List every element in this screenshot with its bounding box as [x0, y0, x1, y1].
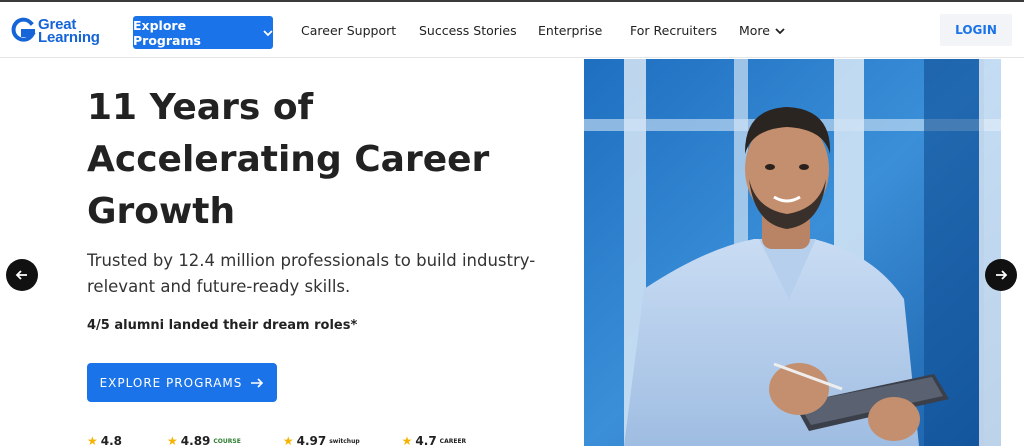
star-icon: ★ [282, 434, 294, 446]
nav-more-label: More [739, 23, 770, 38]
hero-photo [584, 59, 1001, 446]
ratings-strip: ★ 4.8 ★ 4.89 COURSE ★ 4.97 switchup ★ 4.… [87, 434, 466, 446]
explore-programs-label: Explore Programs [133, 17, 201, 48]
nav-success-stories[interactable]: Success Stories [419, 23, 517, 38]
hero-title: 11 Years of Accelerating Career Growth [87, 82, 557, 238]
nav-more-menu[interactable]: More [739, 23, 785, 38]
hero-title-line: Growth [87, 191, 236, 232]
explore-programs-button[interactable]: Explore Programs [133, 16, 273, 49]
star-icon: ★ [167, 434, 178, 446]
chevron-down-icon [263, 29, 273, 36]
rating-value: 4.97 [296, 434, 327, 446]
star-icon: ★ [401, 434, 413, 446]
nav-for-recruiters[interactable]: For Recruiters [630, 23, 717, 38]
logo-g-icon [11, 17, 36, 42]
top-navbar: Great Learning Explore Programs Career S… [0, 2, 1024, 58]
chevron-down-icon [775, 27, 785, 34]
arrow-right-icon [996, 270, 1008, 280]
hero-subtitle: Trusted by 12.4 million professionals to… [87, 251, 536, 296]
rating-item: ★ 4.8 [87, 434, 125, 446]
hero-title-line: 11 Years of [87, 87, 314, 128]
hero-title-line: Accelerating Career [87, 139, 490, 180]
rating-item: ★ 4.89 COURSE [167, 434, 241, 446]
rating-source: switchup [329, 437, 360, 445]
nav-enterprise[interactable]: Enterprise [538, 23, 602, 38]
rating-item: ★ 4.97 switchup [283, 434, 360, 446]
logo-line-2: Learning [38, 29, 100, 46]
explore-programs-cta-button[interactable]: EXPLORE PROGRAMS [87, 363, 277, 402]
arrow-right-icon [251, 377, 264, 388]
nav-career-support[interactable]: Career Support [301, 23, 396, 38]
rating-item: ★ 4.7 CAREER [402, 434, 467, 446]
arrow-left-icon [15, 270, 27, 280]
rating-value: 4.89 [180, 434, 211, 446]
carousel-next-button[interactable] [985, 259, 1017, 291]
rating-source: CAREER [439, 437, 467, 445]
login-button[interactable]: LOGIN [940, 14, 1012, 46]
cta-label: EXPLORE PROGRAMS [99, 375, 243, 390]
star-icon: ★ [87, 434, 98, 446]
alumni-stat: 4/5 alumni landed their dream roles* [87, 318, 358, 333]
carousel-prev-button[interactable] [6, 259, 38, 291]
rating-value: 4.8 [100, 434, 123, 446]
rating-value: 4.7 [415, 434, 437, 446]
logo-wordmark: Great Learning [38, 17, 100, 46]
rating-source: COURSE [213, 437, 241, 445]
great-learning-logo[interactable]: Great Learning [10, 14, 100, 48]
hero-photo-illustration [584, 59, 1001, 446]
